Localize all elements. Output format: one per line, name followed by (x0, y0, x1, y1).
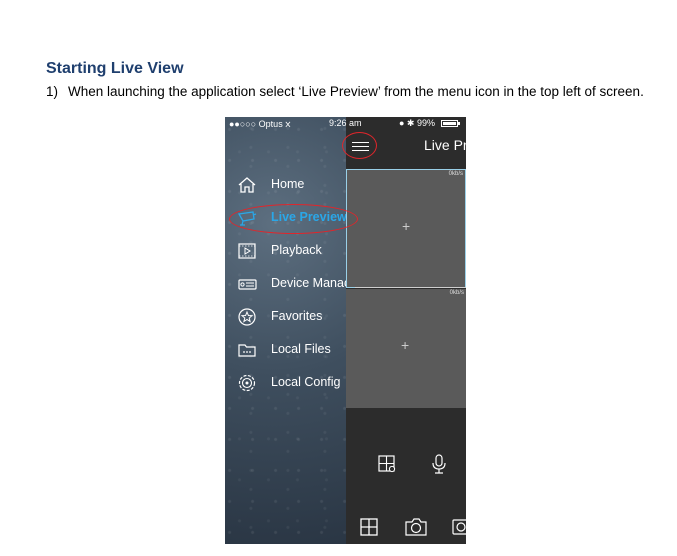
menu-item-local-files[interactable]: Local Files (237, 338, 437, 362)
snapshot-camera-icon[interactable] (404, 517, 428, 537)
phone-screenshot: ●●○○○ Optus ᰞ 9:26 am ● ✱ 99% Live Pr Ho… (225, 117, 466, 544)
bitrate-label: 0kb/s (448, 171, 463, 177)
menu-label-local-files: Local Files (271, 342, 331, 356)
folder-icon (237, 340, 257, 360)
gear-icon (237, 373, 257, 393)
menu-item-home[interactable]: Home (237, 173, 437, 197)
menu-item-local-config[interactable]: Local Config (237, 371, 437, 395)
menu-item-device-manager[interactable]: Device Manac (237, 272, 437, 296)
highlight-ellipse-live-preview (229, 204, 358, 234)
step-text: When launching the application select ‘L… (68, 84, 644, 99)
home-icon (237, 175, 257, 195)
menu-label-local-config: Local Config (271, 375, 341, 389)
playback-icon (237, 241, 257, 261)
split-screen-icon[interactable] (359, 517, 379, 537)
step-number: 1) (46, 84, 59, 99)
menu-item-playback[interactable]: Playback (237, 239, 437, 263)
menu-label-favorites: Favorites (271, 309, 323, 323)
screen-title: Live Pr (424, 137, 466, 153)
menu-label-device-manager: Device Manac (271, 276, 346, 290)
battery-icon (441, 120, 460, 127)
menu-label-playback: Playback (271, 243, 322, 257)
status-carrier: ●●○○○ Optus ᰞ (229, 119, 291, 129)
cell-divider (355, 287, 466, 288)
ptz-grid-icon[interactable] (377, 454, 397, 474)
highlight-ellipse-menu (342, 132, 377, 159)
menu-item-favorites[interactable]: Favorites (237, 305, 437, 329)
status-time: 9:26 am (329, 118, 362, 128)
record-icon[interactable] (451, 517, 466, 537)
status-battery: ● ✱ 99% (399, 118, 435, 128)
section-heading: Starting Live View (46, 60, 184, 77)
status-bar: ●●○○○ Optus ᰞ 9:26 am ● ✱ 99% (225, 117, 466, 131)
instruction-step: 1) When launching the application select… (46, 83, 656, 101)
bitrate-label: 0kb/s (449, 290, 464, 296)
menu-label-home: Home (271, 177, 305, 191)
device-icon (237, 274, 257, 294)
star-icon (237, 307, 257, 327)
microphone-icon[interactable] (430, 453, 448, 475)
